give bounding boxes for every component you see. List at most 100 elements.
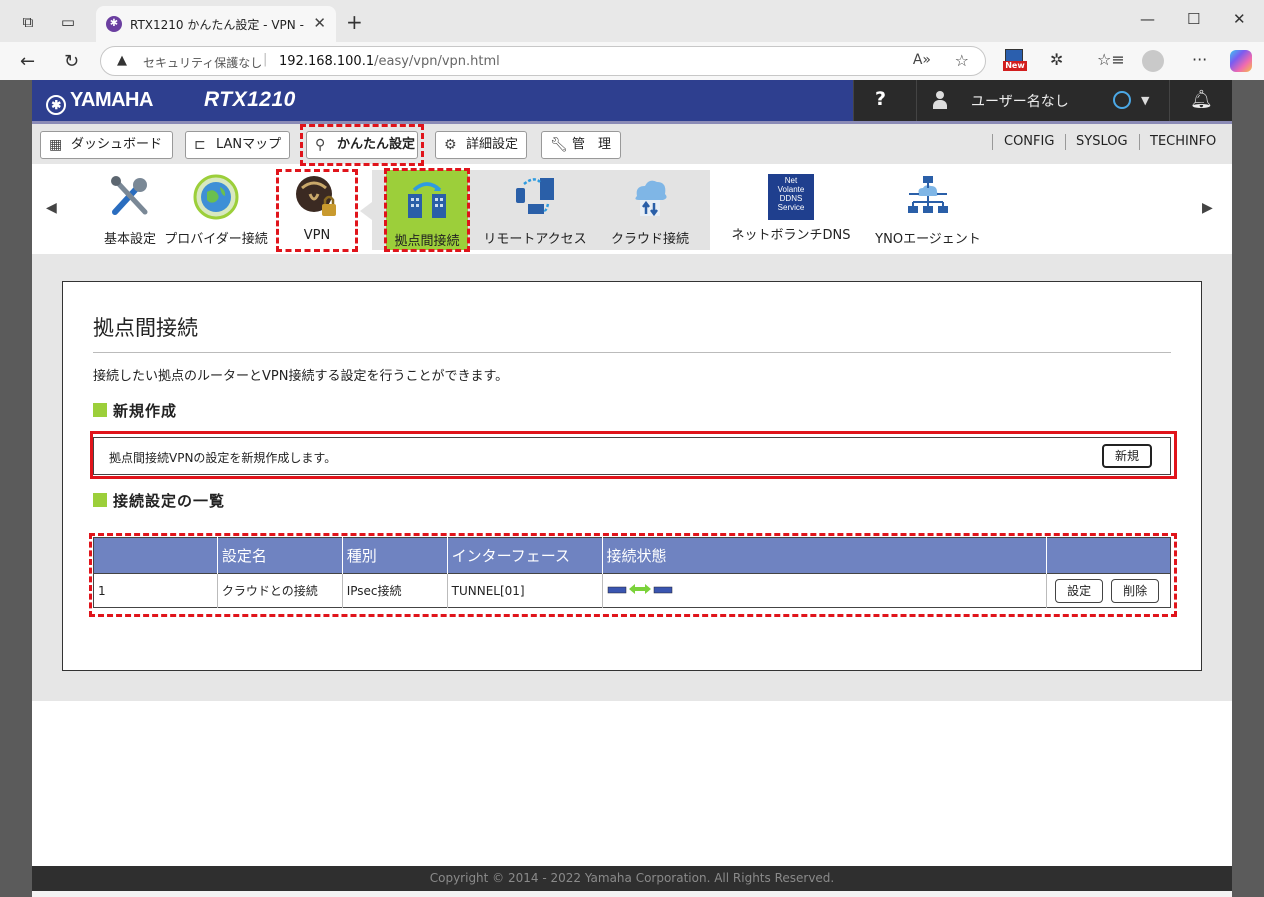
edit-button[interactable]: 設定 bbox=[1055, 579, 1104, 603]
vpn-item[interactable]: VPN bbox=[282, 174, 352, 243]
tab-actions-icon[interactable]: ▭ bbox=[58, 12, 78, 32]
router-page: ✱ YAMAHA RTX1210 ? ユーザー名なし ▼ 🔔︎ ▦ ダッシュボード … bbox=[32, 80, 1232, 891]
app-header: ✱ YAMAHA RTX1210 ? ユーザー名なし ▼ 🔔︎ bbox=[32, 80, 1232, 121]
page-description: 接続したい拠点のルーターとVPN接続する設定を行うことができます。 bbox=[93, 369, 509, 384]
divider bbox=[1065, 134, 1066, 150]
scroll-right-icon[interactable]: ▶ bbox=[1202, 200, 1213, 216]
section-marker-icon bbox=[93, 403, 107, 417]
config-link[interactable]: CONFIG bbox=[1004, 134, 1054, 149]
header-tools: ? ユーザー名なし ▼ 🔔︎ bbox=[853, 80, 1232, 121]
browser-tab[interactable]: ✱ RTX1210 かんたん設定 - VPN - 拠点 ✕ bbox=[96, 6, 336, 42]
provider-label: プロバイダー接続 bbox=[164, 232, 268, 247]
user-name[interactable]: ユーザー名なし bbox=[971, 91, 1069, 111]
new-button[interactable]: 新規 bbox=[1102, 444, 1152, 468]
delete-button[interactable]: 削除 bbox=[1111, 579, 1160, 603]
buildings-sync-icon bbox=[408, 182, 446, 218]
user-icon[interactable] bbox=[933, 91, 947, 109]
manage-button[interactable]: 🔧︎ 管 理 bbox=[541, 131, 621, 159]
security-label[interactable]: セキュリティ保護なし bbox=[143, 54, 262, 71]
list-section-label: 接続設定の一覧 bbox=[113, 492, 226, 510]
ddns-logo-icon: Net Volante DDNS Service bbox=[768, 174, 814, 220]
vpn-label: VPN bbox=[303, 228, 331, 243]
window-close-icon[interactable]: ✕ bbox=[1233, 10, 1246, 28]
lanmap-icon: ⊏ bbox=[194, 137, 206, 153]
header-number bbox=[93, 537, 218, 574]
content-area: 拠点間接続 接続したい拠点のルーターとVPN接続する設定を行うことができます。 … bbox=[32, 254, 1232, 701]
close-tab-icon[interactable]: ✕ bbox=[313, 14, 326, 32]
favorites-icon[interactable]: ☆≡ bbox=[1097, 50, 1125, 69]
cloud-connection-item[interactable]: クラウド接続 bbox=[604, 174, 696, 247]
cloud-icon bbox=[635, 180, 667, 217]
workspaces-icon[interactable]: ⧉ bbox=[18, 12, 38, 32]
warning-icon[interactable]: ▲ bbox=[117, 53, 127, 68]
new-connection-box: 拠点間接続VPNの設定を新規作成します。 新規 bbox=[93, 437, 1171, 475]
extensions-icon[interactable]: ✲ bbox=[1050, 50, 1063, 69]
divider bbox=[853, 80, 854, 121]
netvolante-dns-label: ネットボランチDNS bbox=[731, 228, 851, 243]
techinfo-link[interactable]: TECHINFO bbox=[1150, 134, 1216, 149]
lanmap-button[interactable]: ⊏ LANマップ bbox=[185, 131, 290, 159]
ddns-logo-volante: Volante bbox=[777, 185, 805, 194]
footer-copyright: Copyright © 2014 - 2022 Yamaha Corporati… bbox=[32, 866, 1232, 891]
site-to-site-panel: 拠点間接続 接続したい拠点のルーターとVPN接続する設定を行うことができます。 … bbox=[62, 281, 1202, 671]
header-actions bbox=[1046, 537, 1171, 574]
divider bbox=[992, 134, 993, 150]
brand-name: YAMAHA bbox=[70, 89, 153, 111]
new-tab-icon[interactable]: + bbox=[346, 10, 363, 34]
address-bar[interactable]: ▲ セキュリティ保護なし | 192.168.100.1/easy/vpn/vp… bbox=[100, 46, 986, 76]
key-icon: ⚲ bbox=[315, 137, 326, 153]
netvolante-dns-item[interactable]: Net Volante DDNS Service ネットボランチDNS bbox=[726, 174, 856, 243]
maximize-icon[interactable]: ☐ bbox=[1187, 10, 1200, 28]
feature-icon-row: ◀ 基本設定 プロバイダー接続 VPN 拠点間接続 リモートアクセス クラウド接… bbox=[32, 164, 1232, 254]
syslog-link[interactable]: SYSLOG bbox=[1076, 134, 1128, 149]
wrench-icon: 🔧︎ bbox=[550, 137, 568, 153]
read-aloud-icon[interactable]: A» bbox=[913, 52, 931, 68]
remote-access-label: リモートアクセス bbox=[483, 232, 587, 247]
connected-status-icon bbox=[607, 584, 672, 594]
row-type: IPsec接続 bbox=[342, 573, 448, 608]
favorite-star-icon[interactable]: ☆ bbox=[955, 51, 969, 70]
desktop-left bbox=[0, 80, 32, 897]
copilot-icon[interactable] bbox=[1230, 50, 1252, 72]
status-circle-icon[interactable] bbox=[1113, 91, 1131, 109]
new-section-heading: 新規作成 bbox=[93, 400, 177, 421]
yno-agent-label: YNOエージェント bbox=[875, 232, 981, 247]
help-icon[interactable]: ? bbox=[875, 88, 886, 110]
chevron-down-icon[interactable]: ▼ bbox=[1141, 94, 1149, 107]
back-icon[interactable]: ← bbox=[20, 51, 35, 72]
lanmap-label: LANマップ bbox=[216, 137, 282, 152]
tools-icon bbox=[111, 176, 148, 215]
extension-new-icon[interactable]: New bbox=[1003, 49, 1027, 71]
yno-agent-item[interactable]: YNOエージェント bbox=[872, 174, 984, 247]
dashboard-button[interactable]: ▦ ダッシュボード bbox=[40, 131, 173, 159]
provider-item[interactable]: プロバイダー接続 bbox=[160, 174, 272, 247]
gear-icon: ⚙ bbox=[444, 137, 457, 153]
remote-access-item[interactable]: リモートアクセス bbox=[480, 174, 590, 247]
bell-icon[interactable]: 🔔︎ bbox=[1190, 89, 1213, 110]
minimize-icon[interactable]: — bbox=[1140, 10, 1155, 28]
connection-table: 設定名 種別 インターフェース 接続状態 1 クラウドとの接続 IPsec接続 … bbox=[93, 537, 1171, 608]
row-interface: TUNNEL[01] bbox=[447, 573, 603, 608]
ddns-logo-ddns: DDNS bbox=[779, 194, 803, 203]
profile-avatar[interactable] bbox=[1142, 50, 1164, 72]
table-header-row: 設定名 種別 インターフェース 接続状態 bbox=[93, 537, 1171, 574]
submenu-pointer bbox=[360, 202, 372, 220]
divider bbox=[1139, 134, 1140, 150]
ddns-logo-service: Service bbox=[777, 203, 805, 212]
globe-icon bbox=[193, 174, 239, 220]
header-type: 種別 bbox=[342, 537, 448, 574]
easy-setup-button[interactable]: ⚲ かんたん設定 bbox=[306, 131, 418, 159]
refresh-icon[interactable]: ↻ bbox=[64, 51, 79, 72]
section-marker-icon bbox=[93, 493, 107, 507]
new-badge: New bbox=[1003, 61, 1027, 71]
site-to-site-item[interactable]: 拠点間接続 bbox=[386, 170, 468, 250]
table-row: 1 クラウドとの接続 IPsec接続 TUNNEL[01] 設定 削除 bbox=[93, 573, 1171, 608]
cloud-connection-label: クラウド接続 bbox=[610, 232, 689, 247]
site-to-site-label: 拠点間接続 bbox=[394, 234, 460, 249]
vpn-lock-icon bbox=[296, 176, 336, 216]
scroll-left-icon[interactable]: ◀ bbox=[46, 200, 57, 216]
more-menu-icon[interactable]: ··· bbox=[1192, 50, 1207, 69]
url-text[interactable]: 192.168.100.1/easy/vpn/vpn.html bbox=[279, 54, 500, 69]
row-number: 1 bbox=[93, 573, 218, 608]
advanced-setup-button[interactable]: ⚙ 詳細設定 bbox=[435, 131, 527, 159]
